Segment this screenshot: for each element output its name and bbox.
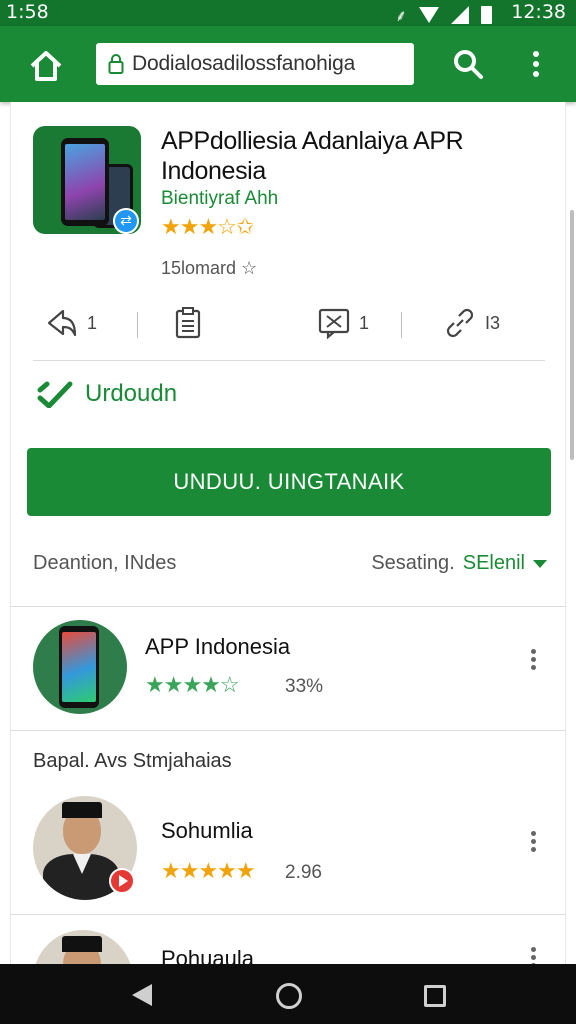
home-icon [30,51,62,81]
search-icon [454,50,483,79]
update-row[interactable]: Urdoudn [37,380,177,408]
play-badge-icon [109,868,135,894]
action-separator [137,312,138,338]
app-downloads: 15lomard ☆ [161,258,258,278]
update-check-icon [37,381,73,408]
overflow-menu-button[interactable] [528,48,544,80]
update-label: Urdoudn [85,380,178,407]
back-icon[interactable] [132,984,152,1006]
status-bar: 1:58 ⸙ 12:38 [0,0,576,26]
related-app-title: APP Indonesia [145,634,291,659]
vibrate-icon: ⸙ [394,6,407,25]
scrollbar[interactable] [570,210,574,460]
clipboard-button[interactable] [173,300,203,346]
flag-icon [318,308,350,340]
related-app-meta: 33% [285,676,324,697]
creator-stars: ★★★★★ [161,858,256,883]
link-count: I3 [485,312,501,333]
app-rating-stars: ★★★☆✩ [161,214,254,239]
home-button[interactable] [26,46,66,86]
recents-icon[interactable] [424,985,446,1007]
share-icon [47,309,77,337]
creator-item[interactable]: Sohumlia ★★★★★ 2.96 [11,796,565,906]
search-button[interactable] [452,48,484,80]
creator-meta: 2.96 [285,862,322,883]
filter-label[interactable]: Deantion, INdes [33,552,176,575]
report-button[interactable]: 1 [317,300,369,346]
sync-badge-icon: ⇄ [113,208,139,234]
share-button[interactable]: 1 [45,300,97,346]
status-icons: ⸙ [395,4,492,26]
creator-more-button[interactable] [525,828,541,858]
url-bar[interactable]: Dodialosadilossfanohiga [96,43,414,85]
related-app-more-button[interactable] [525,646,541,676]
creator-name: Pohuaula [161,946,254,964]
related-app-stars: ★★★★☆ [145,672,240,697]
divider [33,360,545,361]
divider [11,730,565,731]
action-row: 1 1 I3 [33,300,545,350]
app-details-card: ⇄ APPdolliesia Adanlaiya APR Indonesia B… [10,102,566,964]
dropdown-caret-icon [533,559,547,568]
share-count: 1 [87,312,98,333]
creator-more-button[interactable] [525,944,541,964]
lock-icon [108,54,124,74]
creator-avatar [33,930,133,964]
navigation-bar [0,964,576,1024]
app-developer[interactable]: Bientiyraf Ahh [161,188,278,210]
install-button[interactable]: UNDUU. UINGTANAIK [27,448,551,516]
status-time-left: 1:58 [6,1,49,23]
signal-icon [451,6,469,24]
report-count: 1 [359,312,370,333]
divider [11,914,565,915]
more-vertical-icon [533,51,539,77]
app-title: APPdolliesia Adanlaiya APR Indonesia [161,127,464,185]
section-title: Bapal. Avs Stmjahaias [33,750,232,772]
home-circle-icon[interactable] [276,983,302,1009]
app-bar: Dodialosadilossfanohiga [0,26,576,102]
phone-graphic [61,138,109,226]
wifi-icon [419,7,439,23]
creator-item[interactable]: Pohuaula [11,930,565,964]
sort-label: Sesating. [371,552,455,574]
related-app-icon [33,620,127,714]
app-icon[interactable]: ⇄ [33,126,141,234]
sort-value: SElenil [462,552,525,574]
action-separator [401,312,402,338]
clipboard-icon [175,307,201,339]
creator-name: Sohumlia [161,818,253,843]
url-text: Dodialosadilossfanohiga [132,52,356,75]
battery-icon [481,6,492,24]
status-time-right: 12:38 [511,1,566,23]
divider [11,606,565,607]
link-button[interactable]: I3 [443,300,500,346]
sort-dropdown[interactable]: Sesating. SElenil [371,552,547,575]
link-icon [446,308,474,338]
creator-avatar [33,796,137,900]
related-app-item[interactable]: APP Indonesia ★★★★☆ 33% [11,620,565,730]
